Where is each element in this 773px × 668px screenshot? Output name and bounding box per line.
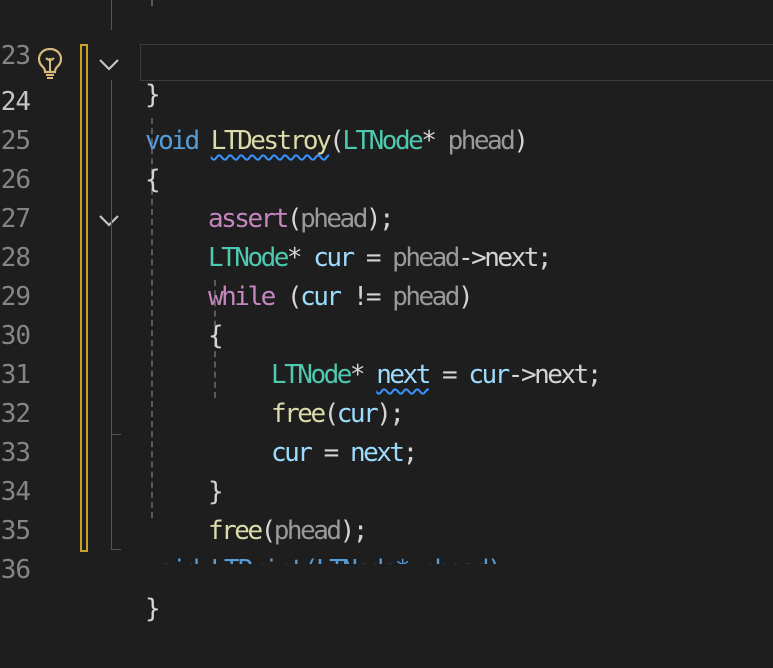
code-text: void LTPrint(LTNode* phead)	[145, 551, 503, 564]
code-editor[interactable]: 23 } 24 void LTDestroy(LTNode* phead) 25…	[0, 0, 773, 624]
code-line: 29 {	[0, 239, 773, 351]
code-line: 26 assert(phead);	[0, 122, 773, 234]
code-line: 28 while (cur != phead)	[0, 200, 773, 312]
code-line: 33 }	[0, 395, 773, 507]
code-line-partial: void LTPrint(LTNode* phead)	[0, 551, 773, 564]
code-line: 31 free(cur);	[0, 317, 773, 429]
brace: }	[145, 594, 161, 624]
code-line: 34 free(phead);	[0, 434, 773, 546]
code-line: 25 {	[0, 83, 773, 195]
code-line: 35	[0, 473, 773, 546]
code-line: 36 }	[0, 512, 773, 624]
code-line: 23 }	[0, 0, 773, 110]
code-line: 32 cur = next;	[0, 356, 773, 468]
code-line: 30 LTNode* next = cur->next;	[0, 278, 773, 390]
code-line: 24 void LTDestroy(LTNode* phead)	[0, 44, 773, 156]
code-line: 27 LTNode* cur = phead->next;	[0, 161, 773, 273]
